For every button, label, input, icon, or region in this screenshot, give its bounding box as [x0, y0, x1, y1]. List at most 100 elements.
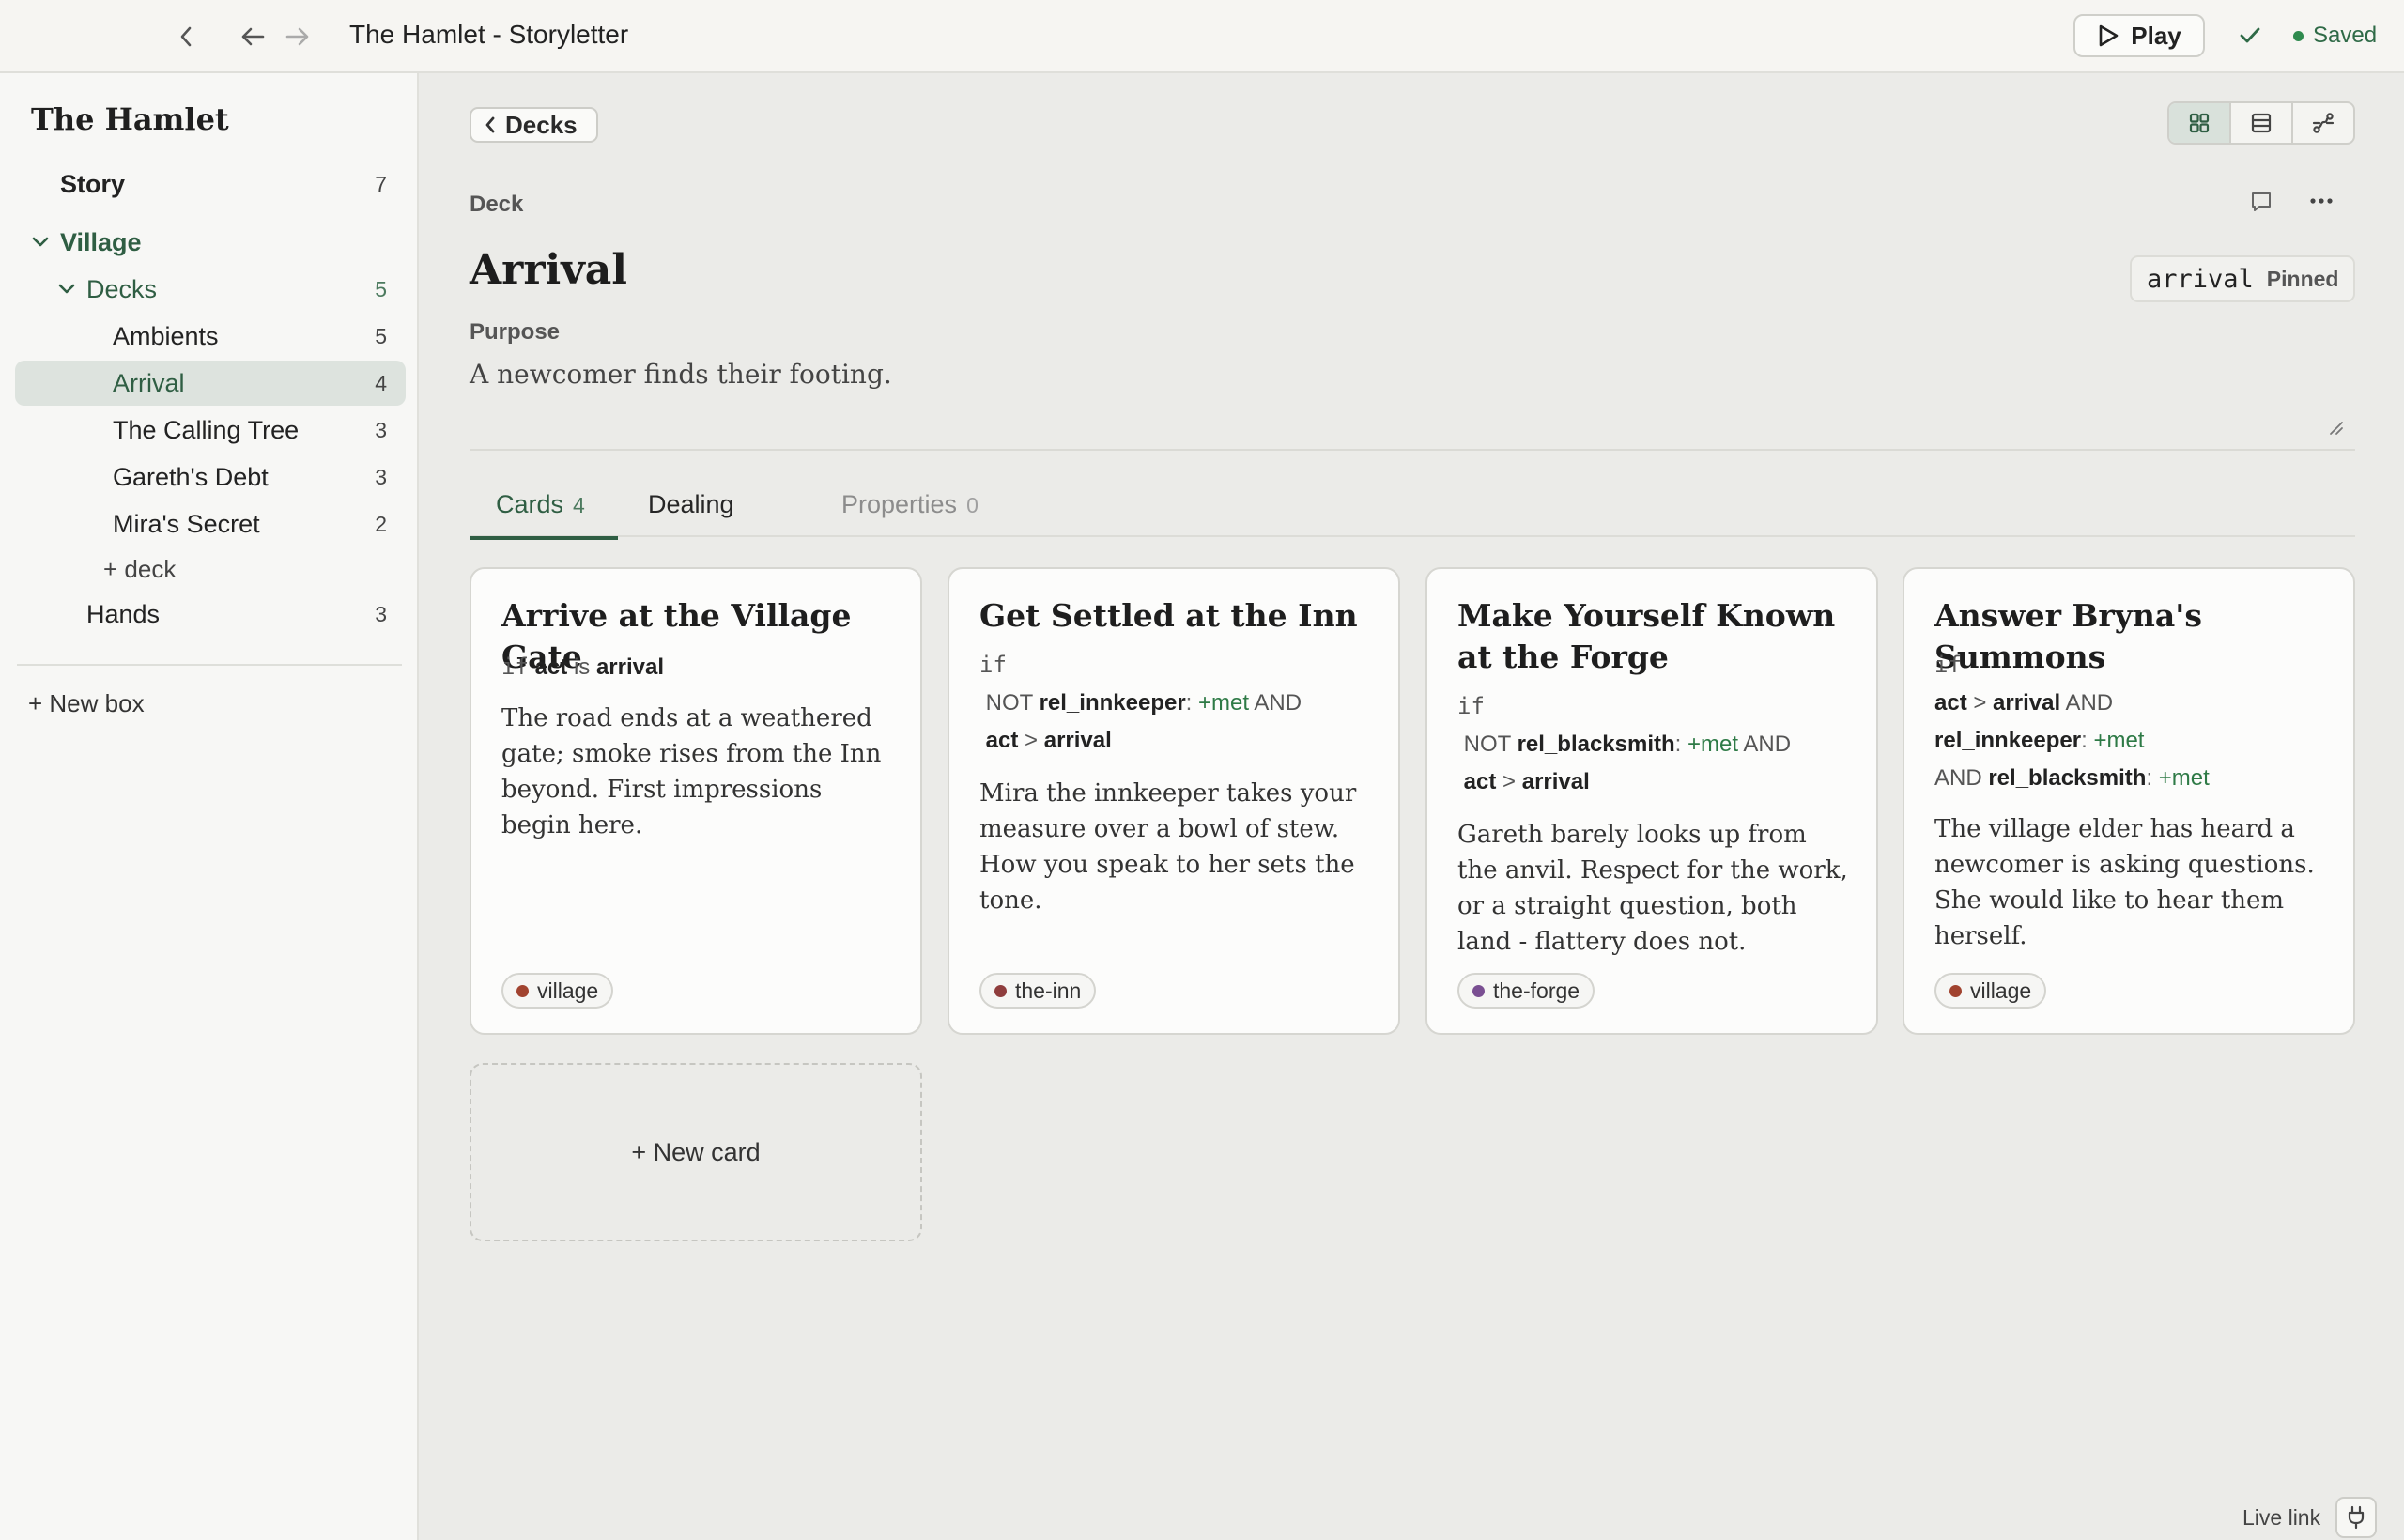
sidebar-item-count: 3 [375, 464, 387, 489]
tab-cards[interactable]: Cards 4 [470, 486, 618, 540]
saved-label: Saved [2313, 23, 2378, 48]
card-condition: if NOT rel_innkeeper: +met AND act > arr… [979, 652, 1302, 753]
tag-badge[interactable]: village [1934, 973, 2047, 1009]
sidebar-item-label: Village [60, 227, 142, 256]
sidebar-item-count: 3 [375, 417, 387, 442]
tag-dot-icon [516, 984, 529, 997]
tag-badge[interactable]: village [501, 973, 614, 1009]
sidebar-item-story[interactable]: Story 7 [15, 162, 406, 207]
resize-grip-icon[interactable] [2329, 421, 2344, 440]
tab-count: 0 [966, 493, 979, 517]
sidebar-item-count: 5 [375, 276, 387, 301]
chevron-down-icon[interactable] [28, 230, 53, 254]
sidebar: The Hamlet Story 7 Village Decks 5 Ambie… [0, 73, 419, 1540]
plug-icon[interactable] [2335, 1497, 2378, 1538]
sidebar-item-hands[interactable]: Hands 3 [15, 592, 406, 637]
tab-label: Dealing [648, 490, 734, 518]
sidebar-deck-gareths-debt[interactable]: Gareth's Debt 3 [15, 454, 406, 500]
back-arrow-icon[interactable] [237, 21, 269, 53]
new-card-button[interactable]: + New card [470, 1063, 922, 1241]
tag-label: the-forge [1493, 978, 1580, 1003]
sidebar-item-label: Decks [86, 274, 158, 303]
play-button[interactable]: Play [2073, 14, 2205, 57]
divider [470, 449, 2355, 451]
card-condition: if act is arrival [501, 654, 665, 680]
grid-view-icon[interactable] [2169, 103, 2231, 143]
sidebar-item-count: 4 [375, 370, 387, 395]
sidebar-item-label: The Calling Tree [113, 415, 300, 444]
back-label: Decks [505, 110, 578, 139]
deck-title[interactable]: Arrival [470, 246, 627, 294]
card-title: Get Settled at the Inn [979, 597, 1358, 634]
sidebar-deck-miras-secret[interactable]: Mira's Secret 2 [15, 501, 406, 547]
title-bar: The Hamlet - Storyletter Play Saved [0, 0, 2404, 73]
sidebar-item-count: 3 [375, 601, 387, 626]
card-body: The village elder has heard a newcomer i… [1934, 815, 2315, 950]
tab-label: Properties [841, 490, 958, 518]
sidebar-item-village[interactable]: Village [15, 220, 406, 265]
sidebar-item-label: Ambients [113, 321, 219, 350]
sidebar-item-label: Arrival [113, 368, 185, 397]
back-to-decks-button[interactable]: Decks [470, 107, 598, 143]
more-options-icon[interactable] [2309, 193, 2334, 210]
sidebar-item-label: Hands [86, 599, 161, 628]
tab-dealing[interactable]: Dealing [648, 486, 734, 537]
window-title: The Hamlet - Storyletter [349, 20, 629, 49]
card-condition: if act > arrival AND rel_innkeeper: +met… [1934, 652, 2210, 791]
tag-dot-icon [994, 984, 1007, 997]
graph-view-icon[interactable] [2293, 103, 2353, 143]
forward-arrow-icon[interactable] [282, 21, 314, 53]
sidebar-deck-arrival[interactable]: Arrival 4 [15, 361, 406, 406]
project-title: The Hamlet [31, 101, 229, 137]
list-view-icon[interactable] [2231, 103, 2293, 143]
tag-dot-icon [1472, 984, 1485, 997]
tab-count: 4 [573, 493, 585, 517]
tag-badge[interactable]: the-inn [979, 973, 1097, 1009]
sidebar-divider [17, 664, 402, 666]
add-deck-label: + deck [103, 554, 177, 583]
card-condition: if NOT rel_blacksmith: +met AND act > ar… [1457, 693, 1792, 794]
card[interactable]: Arrive at the Village Gate if act is arr… [470, 567, 922, 1035]
comment-icon[interactable] [2249, 190, 2273, 219]
sidebar-deck-calling-tree[interactable]: The Calling Tree 3 [15, 408, 406, 453]
tag-label: village [1970, 978, 2032, 1003]
sidebar-item-label: Gareth's Debt [113, 462, 269, 491]
live-link: Live link [2242, 1497, 2378, 1538]
card-title: Make Yourself Known at the Forge [1457, 597, 1836, 675]
card-body: Mira the innkeeper takes your measure ov… [979, 779, 1357, 915]
sidebar-collapse-icon[interactable] [170, 21, 202, 53]
sidebar-item-decks[interactable]: Decks 5 [15, 267, 406, 312]
tag-dot-icon [1949, 984, 1962, 997]
save-status: Saved [2293, 23, 2377, 49]
deck-editor: Decks Deck Arrival arrival Pinned Purpos… [421, 73, 2404, 1540]
sidebar-item-count: 5 [375, 323, 387, 348]
tag-label: village [537, 978, 599, 1003]
pinned-label: Pinned [2266, 266, 2339, 291]
sidebar-item-count: 2 [375, 511, 387, 536]
view-mode-toggle [2167, 101, 2355, 145]
tag-label: the-inn [1015, 978, 1082, 1003]
tag-badge[interactable]: the-forge [1457, 973, 1595, 1009]
sidebar-item-label: Story [60, 169, 126, 198]
live-link-label: Live link [2242, 1504, 2321, 1530]
sidebar-item-count: 7 [375, 171, 387, 196]
deck-id-badge[interactable]: arrival Pinned [2130, 255, 2356, 302]
chevron-down-icon[interactable] [54, 277, 79, 301]
deck-id-code: arrival [2147, 264, 2254, 294]
check-icon [2240, 27, 2260, 43]
card[interactable]: Get Settled at the Inn if NOT rel_innkee… [948, 567, 1400, 1035]
card[interactable]: Make Yourself Known at the Forge if NOT … [1425, 567, 1878, 1035]
deck-tabs: Cards 4 Dealing Properties 0 [470, 486, 2355, 540]
saved-dot-icon [2293, 30, 2304, 41]
add-deck-button[interactable]: + deck [15, 547, 406, 592]
purpose-textarea[interactable]: A newcomer finds their footing. [470, 359, 892, 390]
tab-properties[interactable]: Properties 0 [841, 486, 979, 537]
sidebar-deck-ambients[interactable]: Ambients 5 [15, 314, 406, 359]
tab-label: Cards [496, 490, 564, 518]
card-body: The road ends at a weathered gate; smoke… [501, 704, 882, 839]
new-box-button[interactable]: + New box [28, 689, 145, 718]
card[interactable]: Answer Bryna's Summons if act > arrival … [1903, 567, 2355, 1035]
sidebar-item-label: Mira's Secret [113, 509, 260, 538]
chevron-left-icon [485, 116, 495, 133]
card-body: Gareth barely looks up from the anvil. R… [1457, 821, 1848, 956]
